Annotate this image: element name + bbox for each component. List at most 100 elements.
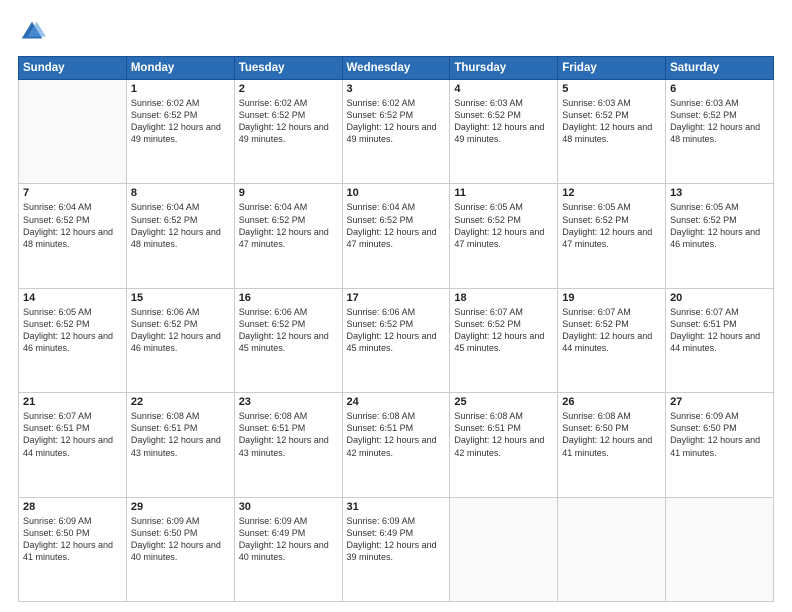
- calendar-cell: 21 Sunrise: 6:07 AM Sunset: 6:51 PM Dayli…: [19, 393, 127, 497]
- calendar-cell: [666, 497, 774, 601]
- calendar-cell: 6 Sunrise: 6:03 AM Sunset: 6:52 PM Daylig…: [666, 80, 774, 184]
- day-number: 16: [239, 292, 338, 304]
- day-info: Sunrise: 6:05 AM Sunset: 6:52 PM Dayligh…: [562, 201, 661, 250]
- calendar-cell: [19, 80, 127, 184]
- calendar-cell: 24 Sunrise: 6:08 AM Sunset: 6:51 PM Dayli…: [342, 393, 450, 497]
- day-number: 4: [454, 83, 553, 95]
- day-number: 24: [347, 396, 446, 408]
- day-info: Sunrise: 6:07 AM Sunset: 6:51 PM Dayligh…: [670, 306, 769, 355]
- day-info: Sunrise: 6:04 AM Sunset: 6:52 PM Dayligh…: [347, 201, 446, 250]
- day-number: 14: [23, 292, 122, 304]
- day-info: Sunrise: 6:02 AM Sunset: 6:52 PM Dayligh…: [347, 97, 446, 146]
- calendar-cell: 28 Sunrise: 6:09 AM Sunset: 6:50 PM Dayli…: [19, 497, 127, 601]
- day-number: 22: [131, 396, 230, 408]
- day-info: Sunrise: 6:05 AM Sunset: 6:52 PM Dayligh…: [23, 306, 122, 355]
- calendar-cell: 27 Sunrise: 6:09 AM Sunset: 6:50 PM Dayli…: [666, 393, 774, 497]
- calendar-week-2: 7 Sunrise: 6:04 AM Sunset: 6:52 PM Daylig…: [19, 184, 774, 288]
- calendar-cell: 16 Sunrise: 6:06 AM Sunset: 6:52 PM Dayli…: [234, 288, 342, 392]
- calendar-cell: 12 Sunrise: 6:05 AM Sunset: 6:52 PM Dayli…: [558, 184, 666, 288]
- day-number: 31: [347, 501, 446, 513]
- calendar-cell: 19 Sunrise: 6:07 AM Sunset: 6:52 PM Dayli…: [558, 288, 666, 392]
- day-info: Sunrise: 6:02 AM Sunset: 6:52 PM Dayligh…: [131, 97, 230, 146]
- day-number: 28: [23, 501, 122, 513]
- calendar-header-thursday: Thursday: [450, 57, 558, 80]
- calendar-header-row: SundayMondayTuesdayWednesdayThursdayFrid…: [19, 57, 774, 80]
- calendar-header-tuesday: Tuesday: [234, 57, 342, 80]
- day-info: Sunrise: 6:09 AM Sunset: 6:49 PM Dayligh…: [347, 515, 446, 564]
- calendar-cell: 18 Sunrise: 6:07 AM Sunset: 6:52 PM Dayli…: [450, 288, 558, 392]
- calendar-cell: 30 Sunrise: 6:09 AM Sunset: 6:49 PM Dayli…: [234, 497, 342, 601]
- day-info: Sunrise: 6:09 AM Sunset: 6:50 PM Dayligh…: [131, 515, 230, 564]
- day-number: 7: [23, 187, 122, 199]
- calendar-cell: 29 Sunrise: 6:09 AM Sunset: 6:50 PM Dayli…: [126, 497, 234, 601]
- day-info: Sunrise: 6:08 AM Sunset: 6:50 PM Dayligh…: [562, 410, 661, 459]
- day-number: 8: [131, 187, 230, 199]
- calendar-cell: 23 Sunrise: 6:08 AM Sunset: 6:51 PM Dayli…: [234, 393, 342, 497]
- day-info: Sunrise: 6:03 AM Sunset: 6:52 PM Dayligh…: [670, 97, 769, 146]
- day-number: 26: [562, 396, 661, 408]
- calendar-header-monday: Monday: [126, 57, 234, 80]
- day-info: Sunrise: 6:08 AM Sunset: 6:51 PM Dayligh…: [454, 410, 553, 459]
- day-info: Sunrise: 6:08 AM Sunset: 6:51 PM Dayligh…: [239, 410, 338, 459]
- day-info: Sunrise: 6:09 AM Sunset: 6:50 PM Dayligh…: [670, 410, 769, 459]
- day-number: 13: [670, 187, 769, 199]
- logo: [18, 18, 50, 46]
- day-number: 19: [562, 292, 661, 304]
- calendar-cell: 20 Sunrise: 6:07 AM Sunset: 6:51 PM Dayli…: [666, 288, 774, 392]
- day-info: Sunrise: 6:08 AM Sunset: 6:51 PM Dayligh…: [347, 410, 446, 459]
- calendar-cell: [558, 497, 666, 601]
- day-info: Sunrise: 6:09 AM Sunset: 6:50 PM Dayligh…: [23, 515, 122, 564]
- calendar-cell: 2 Sunrise: 6:02 AM Sunset: 6:52 PM Daylig…: [234, 80, 342, 184]
- day-info: Sunrise: 6:09 AM Sunset: 6:49 PM Dayligh…: [239, 515, 338, 564]
- day-number: 18: [454, 292, 553, 304]
- day-number: 29: [131, 501, 230, 513]
- day-info: Sunrise: 6:06 AM Sunset: 6:52 PM Dayligh…: [347, 306, 446, 355]
- day-info: Sunrise: 6:07 AM Sunset: 6:52 PM Dayligh…: [562, 306, 661, 355]
- calendar-cell: 13 Sunrise: 6:05 AM Sunset: 6:52 PM Dayli…: [666, 184, 774, 288]
- day-number: 5: [562, 83, 661, 95]
- day-info: Sunrise: 6:04 AM Sunset: 6:52 PM Dayligh…: [23, 201, 122, 250]
- calendar-week-5: 28 Sunrise: 6:09 AM Sunset: 6:50 PM Dayli…: [19, 497, 774, 601]
- day-number: 12: [562, 187, 661, 199]
- calendar-cell: 26 Sunrise: 6:08 AM Sunset: 6:50 PM Dayli…: [558, 393, 666, 497]
- calendar-cell: 14 Sunrise: 6:05 AM Sunset: 6:52 PM Dayli…: [19, 288, 127, 392]
- day-number: 21: [23, 396, 122, 408]
- calendar-cell: 15 Sunrise: 6:06 AM Sunset: 6:52 PM Dayli…: [126, 288, 234, 392]
- day-info: Sunrise: 6:05 AM Sunset: 6:52 PM Dayligh…: [670, 201, 769, 250]
- day-number: 15: [131, 292, 230, 304]
- day-number: 9: [239, 187, 338, 199]
- day-info: Sunrise: 6:04 AM Sunset: 6:52 PM Dayligh…: [239, 201, 338, 250]
- calendar-header-wednesday: Wednesday: [342, 57, 450, 80]
- calendar-cell: 5Sunrise: 6:03 AM Sunset: 6:52 PM Daylig…: [558, 80, 666, 184]
- calendar-header-sunday: Sunday: [19, 57, 127, 80]
- day-number: 20: [670, 292, 769, 304]
- day-info: Sunrise: 6:07 AM Sunset: 6:51 PM Dayligh…: [23, 410, 122, 459]
- day-number: 27: [670, 396, 769, 408]
- day-number: 30: [239, 501, 338, 513]
- day-info: Sunrise: 6:08 AM Sunset: 6:51 PM Dayligh…: [131, 410, 230, 459]
- calendar-cell: 9 Sunrise: 6:04 AM Sunset: 6:52 PM Daylig…: [234, 184, 342, 288]
- day-info: Sunrise: 6:06 AM Sunset: 6:52 PM Dayligh…: [131, 306, 230, 355]
- calendar-cell: 25Sunrise: 6:08 AM Sunset: 6:51 PM Dayli…: [450, 393, 558, 497]
- calendar-week-1: 1 Sunrise: 6:02 AM Sunset: 6:52 PM Daylig…: [19, 80, 774, 184]
- day-number: 17: [347, 292, 446, 304]
- calendar-cell: 10Sunrise: 6:04 AM Sunset: 6:52 PM Dayli…: [342, 184, 450, 288]
- calendar-header-saturday: Saturday: [666, 57, 774, 80]
- day-info: Sunrise: 6:02 AM Sunset: 6:52 PM Dayligh…: [239, 97, 338, 146]
- day-number: 23: [239, 396, 338, 408]
- day-number: 2: [239, 83, 338, 95]
- calendar-cell: 17 Sunrise: 6:06 AM Sunset: 6:52 PM Dayli…: [342, 288, 450, 392]
- day-info: Sunrise: 6:07 AM Sunset: 6:52 PM Dayligh…: [454, 306, 553, 355]
- calendar-cell: 3 Sunrise: 6:02 AM Sunset: 6:52 PM Daylig…: [342, 80, 450, 184]
- day-info: Sunrise: 6:06 AM Sunset: 6:52 PM Dayligh…: [239, 306, 338, 355]
- calendar-cell: 4Sunrise: 6:03 AM Sunset: 6:52 PM Daylig…: [450, 80, 558, 184]
- day-number: 3: [347, 83, 446, 95]
- calendar-cell: [450, 497, 558, 601]
- day-number: 1: [131, 83, 230, 95]
- calendar-week-3: 14 Sunrise: 6:05 AM Sunset: 6:52 PM Dayli…: [19, 288, 774, 392]
- header: [18, 18, 774, 46]
- calendar-cell: 22 Sunrise: 6:08 AM Sunset: 6:51 PM Dayli…: [126, 393, 234, 497]
- calendar-week-4: 21 Sunrise: 6:07 AM Sunset: 6:51 PM Dayli…: [19, 393, 774, 497]
- calendar-cell: 1 Sunrise: 6:02 AM Sunset: 6:52 PM Daylig…: [126, 80, 234, 184]
- day-number: 6: [670, 83, 769, 95]
